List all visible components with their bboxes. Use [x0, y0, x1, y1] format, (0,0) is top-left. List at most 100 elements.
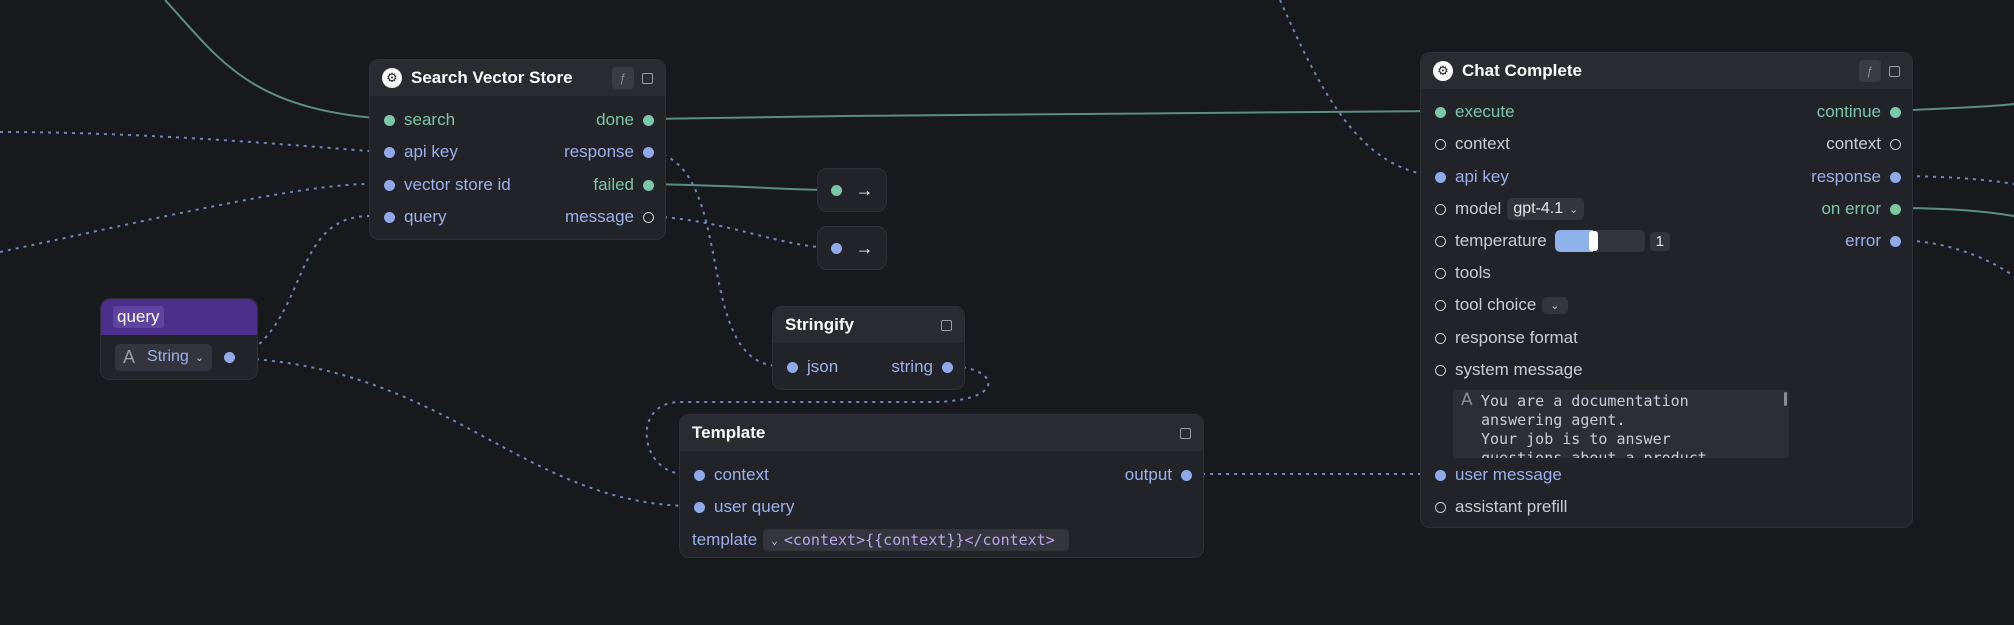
input-temperature[interactable]: temperature 1: [1435, 229, 1671, 253]
output-message[interactable]: message: [565, 205, 654, 229]
input-execute[interactable]: execute: [1435, 100, 1515, 124]
query-input-node[interactable]: query A String ⌄: [100, 298, 258, 380]
hollow-port-icon[interactable]: [1435, 267, 1446, 279]
node-header[interactable]: ⚙ Chat Complete ƒ: [1421, 53, 1912, 89]
exec-port-icon[interactable]: [830, 184, 842, 196]
data-port-icon[interactable]: [1890, 171, 1901, 183]
template-node[interactable]: Template context user query output templ…: [679, 414, 1204, 558]
chat-complete-node[interactable]: ⚙ Chat Complete ƒ execute context api ke…: [1420, 52, 1913, 528]
temperature-value[interactable]: 1: [1649, 231, 1671, 251]
input-tool-choice[interactable]: tool choice ⌄: [1435, 293, 1568, 317]
exec-port-icon[interactable]: [1890, 203, 1901, 215]
output-continue[interactable]: continue: [1817, 100, 1901, 124]
data-port-icon[interactable]: [643, 146, 654, 158]
hollow-port-icon[interactable]: [1435, 364, 1446, 376]
data-port-icon[interactable]: [694, 501, 705, 513]
exec-port-icon[interactable]: [1435, 106, 1446, 118]
scrollbar[interactable]: [1784, 392, 1787, 406]
slider-thumb[interactable]: [1588, 231, 1598, 251]
input-model[interactable]: model gpt-4.1 ⌄: [1435, 197, 1585, 221]
node-header[interactable]: query: [101, 299, 257, 335]
input-vector-store-id[interactable]: vector store id: [384, 173, 511, 197]
type-select[interactable]: A String ⌄: [115, 343, 236, 371]
expand-toggle-icon[interactable]: [941, 319, 952, 331]
openai-logo-icon: ⚙: [1433, 61, 1453, 81]
arrow-right-icon: →: [855, 179, 874, 200]
hollow-port-icon[interactable]: [1890, 138, 1901, 150]
data-port-icon[interactable]: [1435, 469, 1446, 481]
exec-port-icon[interactable]: [1890, 106, 1901, 118]
input-search[interactable]: search: [384, 108, 455, 132]
template-field[interactable]: template ⌄ <context>{{context}}</context…: [692, 528, 1069, 552]
input-context[interactable]: context: [694, 463, 769, 487]
output-response[interactable]: response: [564, 140, 654, 164]
data-port-icon[interactable]: [787, 361, 798, 373]
output-string[interactable]: string: [891, 355, 953, 379]
output-failed[interactable]: failed: [593, 173, 654, 197]
search-vector-store-node[interactable]: ⚙ Search Vector Store ƒ search api key v…: [369, 59, 666, 240]
tool-choice-select[interactable]: ⌄: [1542, 296, 1568, 314]
model-select[interactable]: gpt-4.1 ⌄: [1507, 198, 1585, 220]
reroute-node-exec[interactable]: →: [817, 168, 887, 212]
template-input[interactable]: ⌄ <context>{{context}}</context>: [763, 529, 1069, 551]
data-port-icon[interactable]: [694, 469, 705, 481]
chevron-down-icon: ⌄: [1550, 299, 1560, 312]
hollow-port-icon[interactable]: [1435, 203, 1446, 215]
output-error[interactable]: error: [1845, 229, 1901, 253]
data-port-icon[interactable]: [1435, 171, 1446, 183]
input-api-key[interactable]: api key: [384, 140, 458, 164]
wire-apikey-in: [0, 131, 371, 152]
data-port-icon[interactable]: [942, 361, 953, 373]
hollow-port-icon[interactable]: [643, 211, 654, 223]
input-user-query[interactable]: user query: [694, 495, 794, 519]
wire-query-to-template: [239, 357, 686, 507]
stringify-node[interactable]: Stringify json string: [772, 306, 965, 390]
input-system-message[interactable]: system message: [1435, 358, 1583, 382]
input-query[interactable]: query: [384, 205, 447, 229]
hollow-port-icon[interactable]: [1435, 332, 1446, 344]
reroute-node-data[interactable]: →: [817, 226, 887, 270]
node-title: Chat Complete: [1462, 61, 1582, 80]
data-port-icon[interactable]: [1890, 235, 1901, 247]
temperature-slider[interactable]: [1554, 230, 1645, 252]
input-response-format[interactable]: response format: [1435, 326, 1578, 350]
data-port-icon[interactable]: [224, 351, 236, 363]
expand-toggle-icon[interactable]: [1180, 427, 1191, 439]
data-port-icon[interactable]: [830, 242, 842, 254]
node-header[interactable]: Stringify: [773, 307, 964, 343]
hollow-port-icon[interactable]: [1435, 235, 1446, 247]
node-header[interactable]: Template: [680, 415, 1203, 451]
data-port-icon[interactable]: [384, 179, 395, 191]
input-api-key[interactable]: api key: [1435, 165, 1509, 189]
input-assistant-prefill[interactable]: assistant prefill: [1435, 495, 1567, 519]
data-port-icon[interactable]: [1181, 469, 1192, 481]
bypass-toggle-icon[interactable]: ƒ: [1859, 60, 1881, 82]
type-label: String: [147, 348, 189, 365]
bypass-toggle-icon[interactable]: ƒ: [612, 67, 634, 89]
input-context[interactable]: context: [1435, 132, 1510, 156]
input-user-message[interactable]: user message: [1435, 463, 1562, 487]
output-response[interactable]: response: [1811, 165, 1901, 189]
output-output[interactable]: output: [1125, 463, 1192, 487]
system-message-textarea[interactable]: A You are a documentation answering agen…: [1453, 390, 1789, 458]
hollow-port-icon[interactable]: [1435, 501, 1446, 513]
input-tools[interactable]: tools: [1435, 261, 1491, 285]
text-type-icon: A: [1461, 390, 1473, 410]
exec-port-icon[interactable]: [643, 114, 654, 126]
output-context[interactable]: context: [1826, 132, 1901, 156]
hollow-port-icon[interactable]: [1435, 299, 1446, 311]
arrow-right-icon: →: [855, 237, 874, 258]
expand-toggle-icon[interactable]: [642, 72, 653, 84]
node-title: query: [113, 306, 164, 328]
node-header[interactable]: ⚙ Search Vector Store ƒ: [370, 60, 665, 96]
hollow-port-icon[interactable]: [1435, 138, 1446, 150]
output-on-error[interactable]: on error: [1821, 197, 1901, 221]
input-json[interactable]: json: [787, 355, 838, 379]
data-port-icon[interactable]: [384, 211, 395, 223]
data-port-icon[interactable]: [384, 146, 395, 158]
exec-port-icon[interactable]: [384, 114, 395, 126]
exec-port-icon[interactable]: [643, 179, 654, 191]
output-done[interactable]: done: [596, 108, 654, 132]
expand-toggle-icon[interactable]: [1889, 65, 1900, 77]
wire-message-to-reroute: [647, 215, 838, 249]
